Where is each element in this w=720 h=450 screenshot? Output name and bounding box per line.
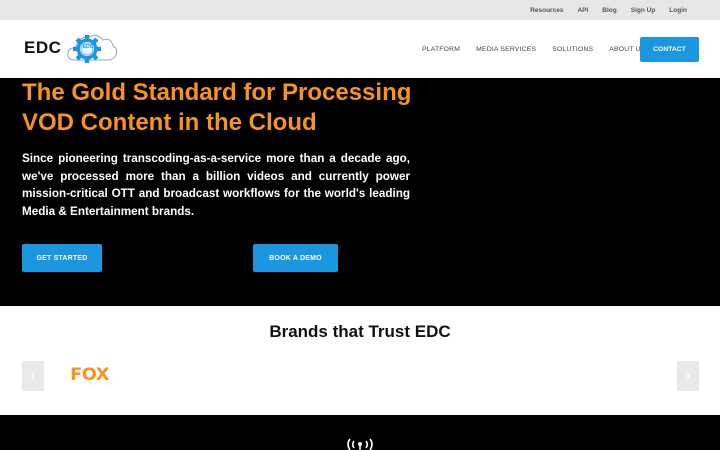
hero-section: The Gold Standard for Processing VOD Con… (0, 78, 720, 306)
contact-button[interactable]: CONTACT (640, 37, 699, 62)
utility-links: Resources API Blog Sign Up Login (530, 0, 687, 20)
logo-badge-text: EDC (82, 44, 94, 50)
blog-link[interactable]: Blog (602, 7, 616, 14)
book-demo-button[interactable]: BOOK A DEMO (253, 244, 338, 272)
brands-section: Brands that Trust EDC ‹ FOX › (0, 306, 720, 415)
footer-section (0, 415, 720, 450)
nav-solutions[interactable]: SOLUTIONS (552, 46, 593, 53)
chevron-left-icon: ‹ (30, 367, 36, 384)
main-nav: PLATFORM MEDIA SERVICES SOLUTIONS ABOUT … (422, 20, 646, 78)
main-header: EDC EDC PLATFORM MEDIA SERVICES SOLUTION… (0, 20, 720, 78)
chevron-right-icon: › (685, 367, 691, 384)
hero-description: Since pioneering transcoding-as-a-servic… (22, 152, 410, 218)
site-logo[interactable]: EDC EDC (24, 28, 119, 68)
get-started-button[interactable]: GET STARTED (22, 244, 102, 272)
hero-title: The Gold Standard for Processing VOD Con… (22, 79, 412, 136)
fox-logo: FOX (70, 365, 110, 385)
resources-link[interactable]: Resources (530, 7, 563, 14)
login-link[interactable]: Login (669, 7, 687, 14)
carousel-prev-button[interactable]: ‹ (22, 361, 44, 391)
nav-platform[interactable]: PLATFORM (422, 46, 460, 53)
brands-title: Brands that Trust EDC (269, 322, 451, 341)
top-utility-bar: Resources API Blog Sign Up Login (0, 0, 720, 20)
api-link[interactable]: API (577, 7, 588, 14)
broadcast-icon (347, 438, 373, 450)
nav-media-services[interactable]: MEDIA SERVICES (476, 46, 536, 53)
logo-text: EDC (24, 38, 62, 57)
carousel-next-button[interactable]: › (677, 361, 699, 391)
sign-up-link[interactable]: Sign Up (631, 7, 656, 14)
